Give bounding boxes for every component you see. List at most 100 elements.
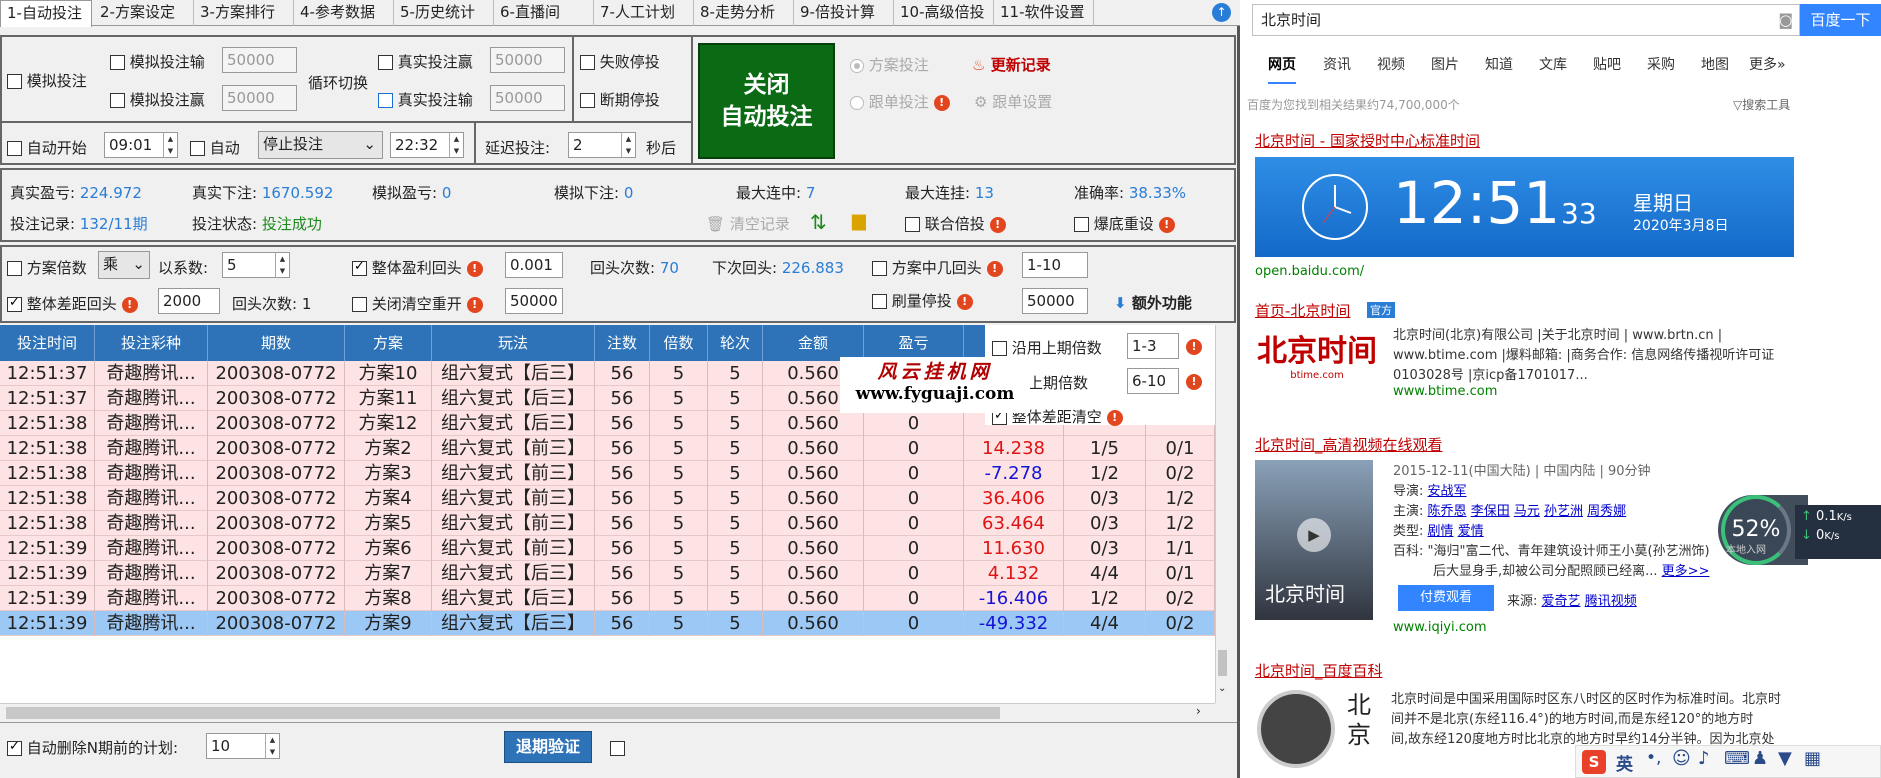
cast-link[interactable]: 周秀娜 bbox=[1587, 504, 1626, 519]
movie-poster[interactable]: ▶ 北京时间 bbox=[1255, 460, 1373, 620]
punct-icon[interactable]: •, bbox=[1646, 748, 1661, 768]
total-profit-input[interactable]: 0.001 bbox=[505, 252, 563, 278]
table-row[interactable]: 12:51:38 奇趣腾讯... 200308-0772 方案3 组六复式【前三】 56 5… bbox=[0, 461, 1215, 486]
col-lottery[interactable]: 投注彩种 bbox=[95, 325, 208, 361]
real-win-toggle[interactable]: 真实投注赢 bbox=[378, 51, 473, 72]
tab-manual-plan[interactable]: 7-人工计划 bbox=[594, 0, 694, 26]
col-profit[interactable]: 盈亏 bbox=[864, 325, 964, 361]
sim-bet-toggle[interactable]: 模拟投注 bbox=[7, 70, 87, 91]
nav-more[interactable]: 更多» bbox=[1749, 54, 1786, 74]
tab-software-settings[interactable]: 11-软件设置 bbox=[994, 0, 1094, 26]
tab-multiplier-calc[interactable]: 9-倍投计算 bbox=[794, 0, 894, 26]
real-loss-toggle[interactable]: 真实投注输 bbox=[378, 89, 473, 110]
table-row[interactable]: 12:51:38 奇趣腾讯... 200308-0772 方案4 组六复式【前三】 56 5… bbox=[0, 486, 1215, 511]
toolbox-icon[interactable]: ▦ bbox=[1804, 748, 1821, 769]
tab-advanced-multiplier[interactable]: 10-高级倍投 bbox=[894, 0, 994, 26]
table-row[interactable]: 12:51:39 奇趣腾讯... 200308-0772 方案7 组六复式【后三】 56 5… bbox=[0, 561, 1215, 586]
nav-wenku[interactable]: 文库 bbox=[1539, 54, 1567, 74]
nav-news[interactable]: 资讯 bbox=[1323, 54, 1351, 74]
tab-reference-data[interactable]: 4-参考数据 bbox=[294, 0, 394, 26]
tab-trend-analysis[interactable]: 8-走势分析 bbox=[694, 0, 794, 26]
joint-multiplier-toggle[interactable]: 联合倍投 ! bbox=[905, 213, 1006, 234]
table-row[interactable]: 12:51:39 奇趣腾讯... 200308-0772 方案9 组六复式【后三】 56 5… bbox=[0, 611, 1215, 636]
emoji-icon[interactable]: ☺ bbox=[1672, 748, 1691, 769]
sort-arrows-icon[interactable]: ⇅ bbox=[810, 210, 827, 234]
end-time-input[interactable]: 22:32 ▲ ▼ bbox=[390, 132, 464, 158]
tab-plan-settings[interactable]: 2-方案设定 bbox=[94, 0, 194, 26]
cast-link[interactable]: 马元 bbox=[1514, 504, 1540, 519]
col-multiplier[interactable]: 倍数 bbox=[650, 325, 708, 361]
auto-delete-toggle[interactable]: 自动删除N期前的计划: bbox=[7, 737, 178, 758]
plan-back-input[interactable]: 1-10 bbox=[1022, 252, 1088, 278]
up-arrow-icon[interactable]: ↑ bbox=[1212, 3, 1231, 22]
cast-link[interactable]: 李保田 bbox=[1471, 504, 1510, 519]
action-select[interactable]: 停止投注 ⌄ bbox=[258, 131, 383, 159]
genre-link[interactable]: 爱情 bbox=[1458, 524, 1484, 539]
col-play[interactable]: 玩法 bbox=[432, 325, 595, 361]
result-1-title[interactable]: 北京时间 - 国家授时中心标准时间 bbox=[1255, 130, 1480, 151]
auto-toggle[interactable]: 自动 bbox=[190, 137, 240, 158]
search-tools[interactable]: ▽搜索工具 bbox=[1733, 96, 1790, 113]
folder-icon[interactable]: ▆ bbox=[852, 210, 866, 231]
operator-select[interactable]: 乘 ⌄ bbox=[98, 251, 150, 279]
tab-live-room[interactable]: 6-直播间 bbox=[494, 0, 594, 26]
extra-functions-button[interactable]: ⬇ 额外功能 bbox=[1114, 292, 1192, 313]
result-3-title[interactable]: 北京时间_高清视频在线观看 bbox=[1255, 434, 1443, 455]
follow-settings-button[interactable]: ⚙ 跟单设置 bbox=[974, 91, 1052, 112]
real-win-input[interactable]: 50000 bbox=[490, 47, 565, 73]
tab-auto-bet[interactable]: 1-自动投注 bbox=[0, 0, 92, 27]
plan-multiplier-toggle[interactable]: 方案倍数 bbox=[7, 257, 87, 278]
sim-loss-toggle[interactable]: 模拟投注输 bbox=[110, 51, 205, 72]
ime-lang[interactable]: 英 bbox=[1616, 750, 1633, 775]
vertical-scrollbar[interactable]: ⌄ bbox=[1215, 325, 1229, 703]
delay-input[interactable]: 2 ▲ ▼ bbox=[568, 132, 636, 158]
col-plan[interactable]: 方案 bbox=[345, 325, 432, 361]
burst-reset-toggle[interactable]: 爆底重设 ! bbox=[1074, 213, 1175, 234]
keyboard-icon[interactable]: ⌨ bbox=[1724, 748, 1750, 769]
table-row[interactable]: 12:51:38 奇趣腾讯... 200308-0772 方案2 组六复式【前三】 56 5… bbox=[0, 436, 1215, 461]
user-icon[interactable]: ♟ bbox=[1752, 748, 1768, 769]
close-auto-bet-button[interactable]: 关闭 自动投注 bbox=[698, 43, 835, 159]
skin-icon[interactable]: ▼ bbox=[1778, 748, 1792, 769]
close-clear-input[interactable]: 50000 bbox=[505, 288, 563, 314]
follow-bet-radio[interactable]: 跟单投注 ! bbox=[850, 91, 950, 112]
auto-delete-input[interactable]: 10 ▲ ▼ bbox=[206, 733, 280, 759]
search-button[interactable]: 百度一下 bbox=[1800, 4, 1881, 36]
auto-start-toggle[interactable]: 自动开始 bbox=[7, 137, 87, 158]
cast-link[interactable]: 孙艺洲 bbox=[1544, 504, 1583, 519]
start-time-input[interactable]: 09:01 ▲ ▼ bbox=[104, 132, 178, 158]
close-clear-restart-toggle[interactable]: 关闭清空重开 ! bbox=[352, 293, 483, 314]
nav-zhidao[interactable]: 知道 bbox=[1485, 54, 1513, 74]
brush-stop-toggle[interactable]: 刷量停投 ! bbox=[872, 290, 973, 311]
pay-watch-button[interactable]: 付费观看 bbox=[1398, 585, 1494, 611]
plan-back-toggle[interactable]: 方案中几回头 ! bbox=[872, 257, 1003, 278]
use-prev-multiplier-toggle[interactable]: 沿用上期倍数 bbox=[992, 337, 1102, 358]
sim-bet-checkbox[interactable] bbox=[7, 74, 22, 89]
col-round[interactable]: 轮次 bbox=[708, 325, 763, 361]
result-2-url[interactable]: www.btime.com bbox=[1393, 384, 1497, 399]
source-link[interactable]: 腾讯视频 bbox=[1585, 594, 1637, 609]
nav-web[interactable]: 网页 bbox=[1268, 54, 1296, 84]
result-1-url[interactable]: open.baidu.com/ bbox=[1255, 264, 1364, 279]
col-period[interactable]: 期数 bbox=[208, 325, 345, 361]
use-prev-input[interactable]: 1-3 bbox=[1127, 333, 1179, 359]
real-loss-input[interactable]: 50000 bbox=[490, 85, 565, 111]
verify-checkbox[interactable] bbox=[610, 741, 625, 756]
total-profit-back-toggle[interactable]: 整体盈利回头 ! bbox=[352, 257, 483, 278]
tab-history-stats[interactable]: 5-历史统计 bbox=[394, 0, 494, 26]
cast-link[interactable]: 陈乔恩 bbox=[1428, 504, 1467, 519]
table-row[interactable]: 12:51:38 奇趣腾讯... 200308-0772 方案5 组六复式【前三】 56 5… bbox=[0, 511, 1215, 536]
nav-map[interactable]: 地图 bbox=[1701, 54, 1729, 74]
search-input[interactable]: 北京时间 ◙ bbox=[1252, 4, 1800, 36]
sim-loss-input[interactable]: 50000 bbox=[222, 47, 297, 73]
table-row[interactable]: 12:51:39 奇趣腾讯... 200308-0772 方案8 组六复式【后三】 56 5… bbox=[0, 586, 1215, 611]
source-link[interactable]: 爱奇艺 bbox=[1542, 594, 1581, 609]
clear-record-button[interactable]: 🗑 清空记录 bbox=[706, 213, 790, 234]
horizontal-scrollbar[interactable]: › bbox=[0, 703, 1215, 721]
break-stop-toggle[interactable]: 断期停投 bbox=[580, 89, 660, 110]
fail-stop-toggle[interactable]: 失败停投 bbox=[580, 51, 660, 72]
mic-icon[interactable]: ♪ bbox=[1698, 748, 1710, 769]
tab-plan-ranking[interactable]: 3-方案排行 bbox=[194, 0, 294, 26]
coef-input[interactable]: 5 ▲ ▼ bbox=[222, 252, 290, 278]
sim-win-toggle[interactable]: 模拟投注赢 bbox=[110, 89, 205, 110]
